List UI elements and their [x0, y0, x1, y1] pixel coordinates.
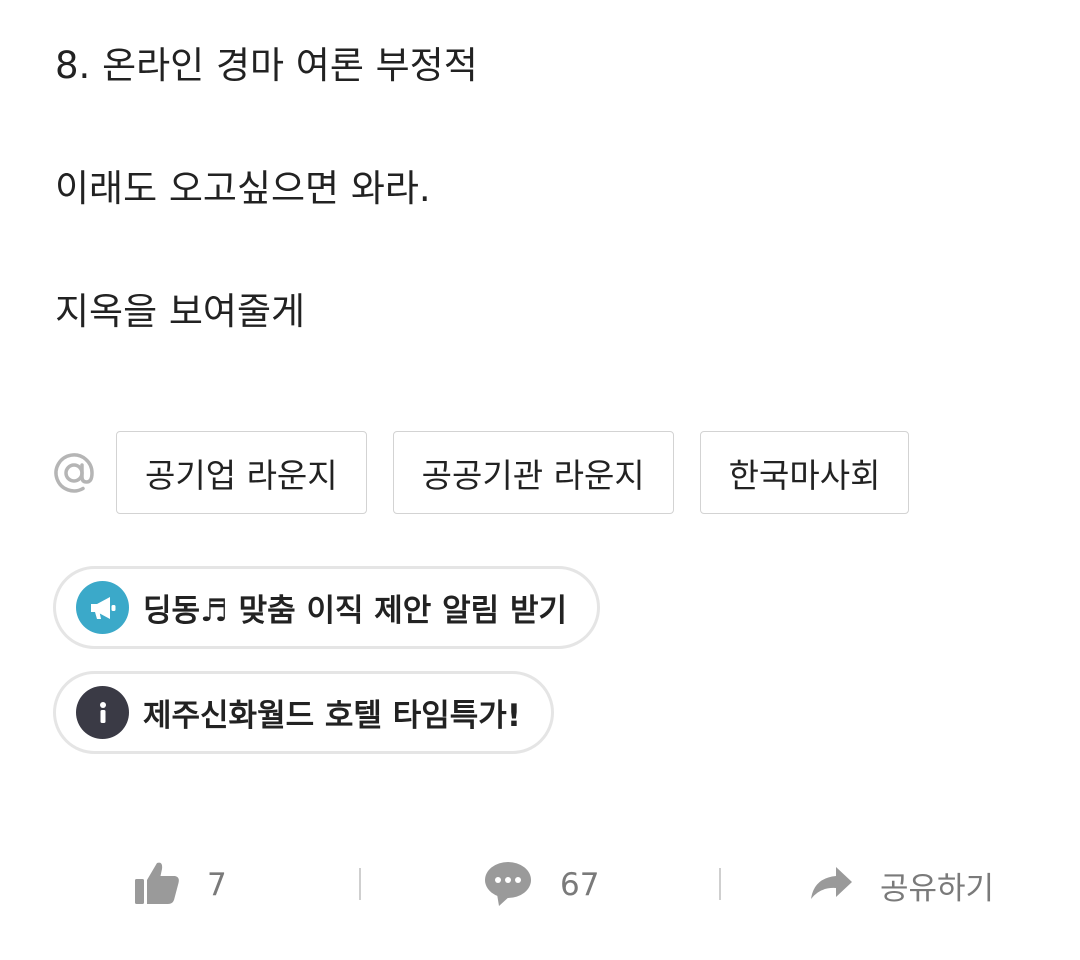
hotel-deal-label: 제주신화월드 호텔 타임특가! — [143, 698, 521, 734]
post-paragraph: 8. 온라인 경마 여론 부정적 — [55, 44, 478, 87]
share-arrow-icon — [808, 863, 854, 907]
divider — [719, 868, 721, 900]
info-icon — [76, 686, 129, 739]
megaphone-icon — [76, 581, 129, 634]
share-label: 공유하기 — [880, 870, 995, 907]
hotel-deal-banner[interactable]: 제주신화월드 호텔 타임특가! — [53, 671, 554, 754]
like-button[interactable]: 7 — [133, 858, 227, 912]
at-icon — [52, 451, 96, 495]
job-offer-alert-label: 딩동♬ 맞춤 이직 제안 알림 받기 — [143, 593, 567, 629]
share-button[interactable]: 공유하기 — [808, 858, 994, 912]
like-count: 7 — [207, 867, 227, 903]
comment-button[interactable]: 67 — [484, 858, 599, 912]
tag-gonggonggigwan-lounge[interactable]: 공공기관 라운지 — [392, 431, 674, 514]
divider — [359, 868, 361, 900]
post-paragraph: 이래도 오고싶으면 와라. — [55, 167, 431, 210]
job-offer-alert-button[interactable]: 딩동♬ 맞춤 이직 제안 알림 받기 — [53, 566, 600, 649]
thumbs-up-icon — [133, 860, 181, 910]
tag-korea-racing-authority[interactable]: 한국마사회 — [699, 431, 910, 514]
topic-tags: 공기업 라운지 공공기관 라운지 한국마사회 — [52, 431, 935, 514]
post-paragraph: 지옥을 보여줄게 — [55, 290, 306, 333]
comment-count: 67 — [560, 867, 600, 903]
post-action-bar: 7 67 공유하기 — [0, 858, 1080, 912]
tag-gonggieop-lounge[interactable]: 공기업 라운지 — [116, 431, 367, 514]
comment-bubble-icon — [484, 858, 534, 912]
